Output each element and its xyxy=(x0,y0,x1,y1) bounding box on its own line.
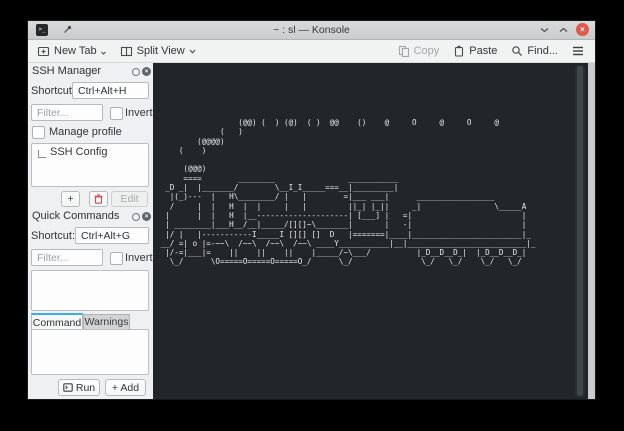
tab-command-label: Command xyxy=(33,317,81,329)
copy-button[interactable]: Copy xyxy=(391,45,447,57)
ssh-delete-button[interactable] xyxy=(89,191,108,207)
copy-icon xyxy=(398,45,410,57)
ssh-shortcut-field[interactable] xyxy=(72,82,149,99)
new-tab-button[interactable]: New Tab xyxy=(30,40,113,62)
tree-item-ssh-config[interactable]: SSH Config xyxy=(32,144,148,158)
ssh-filter-input[interactable] xyxy=(31,104,103,121)
trash-icon xyxy=(94,194,103,204)
ssh-manager-float-icon[interactable] xyxy=(132,68,140,76)
new-tab-label: New Tab xyxy=(54,45,97,57)
split-view-label: Split View xyxy=(137,45,185,57)
search-icon xyxy=(511,45,523,57)
qc-invert-checkbox[interactable] xyxy=(110,252,123,265)
qc-filter-input[interactable] xyxy=(31,249,103,266)
ssh-manager-title: SSH Manager xyxy=(32,65,101,77)
ssh-shortcut-label: Shortcut xyxy=(31,85,72,97)
add-button-label: + Add xyxy=(112,382,139,394)
split-view-dropdown-icon xyxy=(189,49,196,54)
quick-commands-close-icon[interactable]: × xyxy=(142,212,151,221)
maximize-button[interactable] xyxy=(557,23,570,36)
find-label: Find... xyxy=(527,45,558,57)
tree-branch-icon xyxy=(38,150,46,158)
find-button[interactable]: Find... xyxy=(504,45,565,57)
ssh-config-tree: SSH Config xyxy=(31,143,149,187)
window-content: SSH Manager × Shortcut Invert Manage pro… xyxy=(28,63,595,399)
scrollbar-handle[interactable] xyxy=(577,66,583,396)
minimize-button[interactable] xyxy=(538,23,551,36)
copy-label: Copy xyxy=(414,45,440,57)
window-frame-right xyxy=(588,63,595,399)
qc-command-editor[interactable] xyxy=(31,329,149,375)
ssh-edit-button[interactable]: Edit xyxy=(111,191,148,207)
qc-command-list[interactable] xyxy=(31,270,149,311)
tab-command[interactable]: Command xyxy=(31,313,83,330)
run-button[interactable]: Run xyxy=(58,379,100,396)
ssh-add-button[interactable]: + xyxy=(61,191,80,207)
new-tab-icon xyxy=(37,45,50,57)
run-icon xyxy=(63,383,73,392)
ssh-manager-close-icon[interactable]: × xyxy=(142,67,151,76)
tab-warnings[interactable]: Warnings xyxy=(83,314,130,330)
sl-train-ascii-art: (@@) ( ) (@) ( ) @@ () @ O @ O @ ( ) (@@… xyxy=(156,118,535,267)
terminal-display[interactable]: (@@) ( ) (@) ( ) @@ () @ O @ O @ ( ) (@@… xyxy=(153,63,588,399)
quick-commands-float-icon[interactable] xyxy=(132,213,140,221)
qc-shortcut-label: Shortcut: xyxy=(31,230,75,242)
titlebar[interactable]: >_ ~ : sl — Konsole × xyxy=(28,21,595,40)
paste-icon xyxy=(453,45,465,57)
tree-item-label: SSH Config xyxy=(50,146,107,158)
hamburger-icon xyxy=(572,46,584,56)
edit-button-label: Edit xyxy=(120,193,138,205)
split-view-icon xyxy=(120,45,133,57)
main-toolbar: New Tab Split View Copy xyxy=(28,40,595,63)
sidebar: SSH Manager × Shortcut Invert Manage pro… xyxy=(28,63,153,399)
menu-button[interactable] xyxy=(565,46,591,56)
tab-warnings-label: Warnings xyxy=(85,316,129,328)
qc-invert-label: Invert xyxy=(125,252,153,264)
run-button-label: Run xyxy=(76,382,95,394)
plus-icon: + xyxy=(67,193,73,205)
ssh-invert-label: Invert xyxy=(125,107,153,119)
konsole-window: >_ ~ : sl — Konsole × New Tab xyxy=(28,21,595,399)
manage-profile-label: Manage profile xyxy=(49,126,122,138)
window-title: ~ : sl — Konsole xyxy=(28,24,595,36)
paste-label: Paste xyxy=(469,45,497,57)
paste-button[interactable]: Paste xyxy=(446,45,504,57)
close-button[interactable]: × xyxy=(576,23,589,36)
split-view-button[interactable]: Split View xyxy=(113,40,203,62)
new-tab-dropdown-icon xyxy=(101,51,106,55)
terminal-scrollbar[interactable] xyxy=(575,65,585,397)
manage-profile-checkbox[interactable] xyxy=(32,126,45,139)
add-button[interactable]: + Add xyxy=(105,379,146,396)
qc-shortcut-field[interactable] xyxy=(75,227,149,244)
quick-commands-title: Quick Commands xyxy=(32,210,119,222)
ssh-invert-checkbox[interactable] xyxy=(110,107,123,120)
